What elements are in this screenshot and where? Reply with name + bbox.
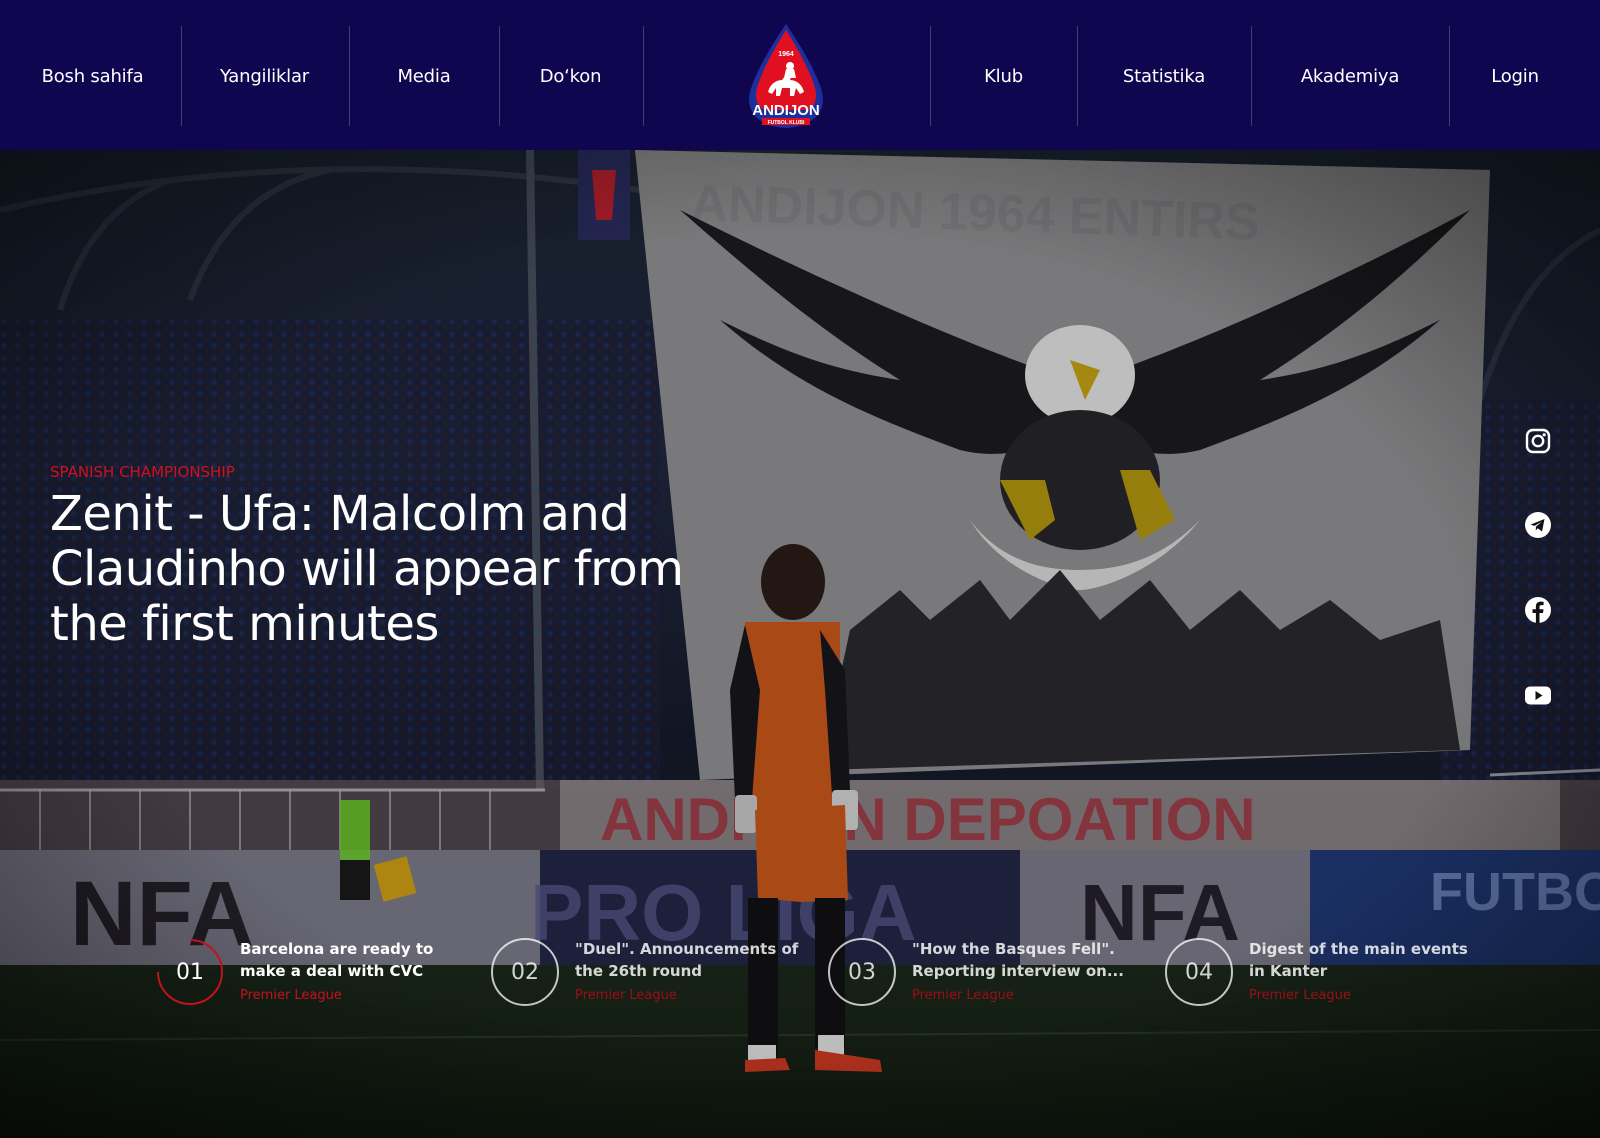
- nav-bosh-sahifa[interactable]: Bosh sahifa: [20, 26, 165, 126]
- hero-kicker: SPANISH CHAMPIONSHIP: [50, 463, 235, 481]
- youtube-icon[interactable]: [1524, 681, 1552, 709]
- news-number: 04: [1185, 959, 1213, 985]
- news-title: "How the Basques Fell". Reporting interv…: [912, 938, 1142, 982]
- news-title-line: "How the Basques Fell".: [912, 940, 1115, 958]
- news-title-line: "Duel". Announcements of: [575, 940, 799, 958]
- news-card-2[interactable]: 02 "Duel". Announcements of the 26th rou…: [491, 938, 798, 1010]
- news-number: 03: [848, 959, 876, 985]
- news-number-badge: 04: [1165, 938, 1233, 1006]
- news-title: "Duel". Announcements of the 26th round: [575, 938, 805, 982]
- progress-arc: [157, 939, 223, 1005]
- nav-media[interactable]: Media: [350, 26, 498, 126]
- news-card-4[interactable]: 04 Digest of the main events in Kanter P…: [1165, 938, 1468, 1010]
- nav-klub[interactable]: Klub: [931, 26, 1076, 126]
- instagram-icon[interactable]: [1524, 427, 1552, 455]
- nav-akademiya[interactable]: Akademiya: [1252, 26, 1448, 126]
- news-title: Digest of the main events in Kanter: [1249, 938, 1479, 982]
- logo-year: 1964: [778, 51, 794, 58]
- telegram-icon[interactable]: [1524, 511, 1552, 539]
- news-title-line: Reporting interview on...: [912, 962, 1124, 980]
- news-title-line: Barcelona are ready to: [240, 940, 434, 958]
- news-card-3[interactable]: 03 "How the Basques Fell". Reporting int…: [828, 938, 1128, 1010]
- site-header: Bosh sahifa Yangiliklar Media Do‘kon 196…: [0, 0, 1600, 150]
- logo-subtitle: FUTBOL KLUBI: [768, 120, 805, 126]
- nav-login[interactable]: Login: [1450, 26, 1580, 126]
- news-category: Premier League: [575, 988, 677, 1003]
- news-title: Barcelona are ready to make a deal with …: [240, 938, 470, 982]
- nav-yangiliklar[interactable]: Yangiliklar: [182, 26, 347, 126]
- andijon-logo[interactable]: 1964 ANDIJON FUTBOL KLUBI: [744, 22, 828, 130]
- news-number-badge: 03: [828, 938, 896, 1006]
- facebook-icon[interactable]: [1524, 596, 1552, 624]
- news-number-badge: 01: [156, 938, 224, 1006]
- hero-headline[interactable]: Zenit - Ufa: Malcolm and Claudinho will …: [50, 487, 690, 652]
- news-category: Premier League: [912, 988, 1014, 1003]
- news-category: Premier League: [1249, 988, 1351, 1003]
- news-title-line: the 26th round: [575, 962, 702, 980]
- news-title-line: Digest of the main events: [1249, 940, 1468, 958]
- nav-divider: [643, 26, 644, 126]
- news-category: Premier League: [240, 988, 342, 1003]
- logo-name: ANDIJON: [752, 102, 820, 119]
- news-title-line: in Kanter: [1249, 962, 1328, 980]
- nav-statistika[interactable]: Statistika: [1078, 26, 1250, 126]
- news-card-1[interactable]: 01 Barcelona are ready to make a deal wi…: [156, 938, 456, 1010]
- news-number-badge: 02: [491, 938, 559, 1006]
- hero-text-block: SPANISH CHAMPIONSHIP Zenit - Ufa: Malcol…: [50, 463, 690, 652]
- nav-dokon[interactable]: Do‘kon: [500, 26, 641, 126]
- news-number: 02: [511, 959, 539, 985]
- news-title-line: make a deal with CVC: [240, 962, 424, 980]
